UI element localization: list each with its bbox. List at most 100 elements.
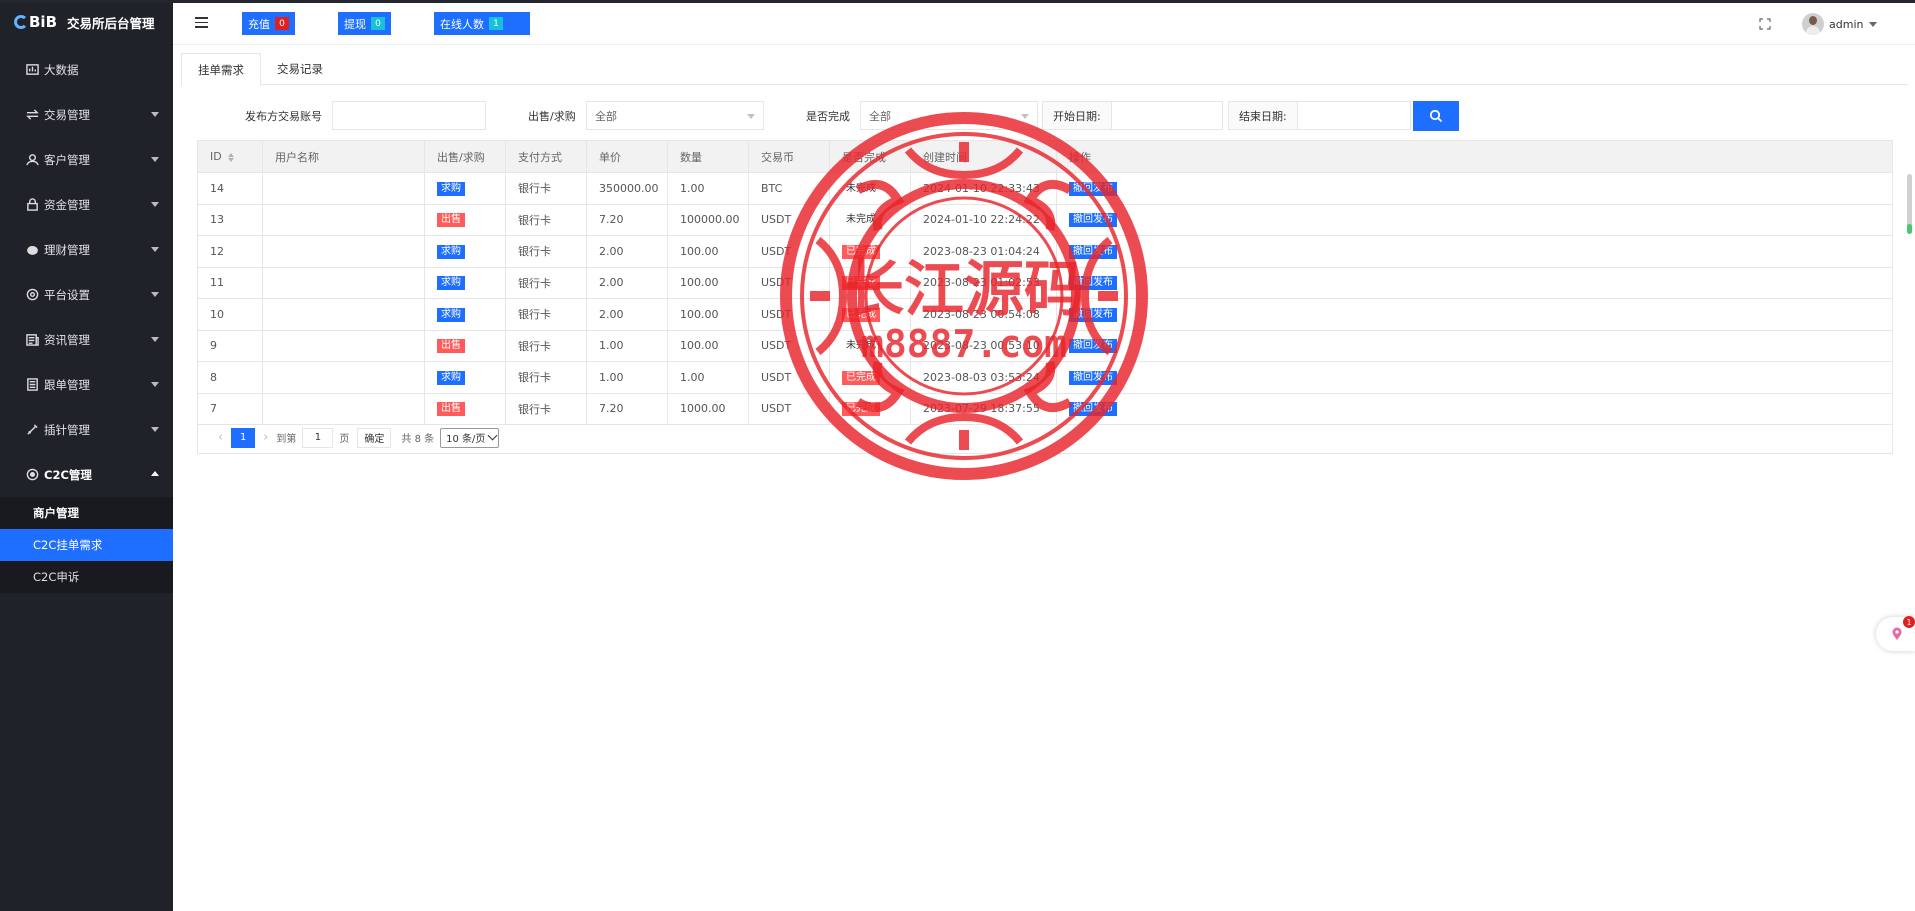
cell-id: 7 <box>197 393 263 425</box>
status-badge: 未完成 <box>842 181 880 196</box>
goto-confirm-button[interactable]: 确定 <box>357 427 392 448</box>
recharge-label: 充值 <box>248 17 270 31</box>
withdraw-publish-button[interactable]: 撤回发布 <box>1069 402 1117 417</box>
sidebar-item-finance[interactable]: 理财管理 <box>0 227 173 272</box>
cell-pay: 银行卡 <box>505 204 587 236</box>
user-menu[interactable]: admin <box>1802 13 1878 35</box>
recharge-button[interactable]: 充值 0 <box>242 12 295 35</box>
status-badge: 未完成 <box>842 213 880 228</box>
cell-action: 撤回发布 <box>1056 361 1893 394</box>
end-date-field[interactable]: 结束日期: <box>1228 101 1411 130</box>
tab-orders[interactable]: 挂单需求 <box>181 53 261 86</box>
cell-pay: 银行卡 <box>505 172 587 205</box>
sidebar-item-label: 客户管理 <box>44 152 90 167</box>
sidebar-item-needle[interactable]: 插针管理 <box>0 407 173 452</box>
cell-coin: USDT <box>748 235 830 268</box>
cell-coin: USDT <box>748 267 830 299</box>
tab-bar: 挂单需求 交易记录 <box>181 53 1908 86</box>
cell-status: 未完成 <box>829 172 911 205</box>
prev-page-icon[interactable]: ‹ <box>218 430 223 445</box>
next-page-icon[interactable]: › <box>263 430 268 445</box>
side-badge: 求购 <box>437 276 465 291</box>
done-filter-select[interactable]: 全部 <box>860 101 1038 130</box>
fullscreen-icon[interactable] <box>1759 18 1771 30</box>
scrollbar[interactable] <box>1907 174 1912 234</box>
goto-page-input[interactable]: 1 <box>302 427 334 448</box>
cell-side: 求购 <box>424 235 506 268</box>
cell-price: 7.20 <box>586 393 668 425</box>
withdraw-publish-button[interactable]: 撤回发布 <box>1069 370 1117 385</box>
cell-id: 13 <box>197 204 263 236</box>
col-price: 单价 <box>586 140 668 173</box>
sidebar-item-news[interactable]: 资讯管理 <box>0 317 173 362</box>
col-user: 用户名称 <box>262 140 425 173</box>
withdraw-publish-button[interactable]: 撤回发布 <box>1069 339 1117 354</box>
cell-qty: 100000.00 <box>667 204 749 236</box>
cell-coin: USDT <box>748 393 830 425</box>
sidebar-item-copytrade[interactable]: 跟单管理 <box>0 362 173 407</box>
sidebar-item-customers[interactable]: 客户管理 <box>0 137 173 182</box>
sidebar-subitem-merchants[interactable]: 商户管理 <box>0 497 173 529</box>
cell-user <box>262 172 425 205</box>
cell-time: 2024-01-10 22:33:43 <box>910 172 1057 205</box>
page-number-current[interactable]: 1 <box>231 427 256 448</box>
side-filter-select[interactable]: 全部 <box>586 101 764 130</box>
table-row: 12 求购 银行卡 2.00 100.00 USDT 已完成 2023-08-23 01:04… <box>197 235 1893 268</box>
sidebar-item-platform[interactable]: 平台设置 <box>0 272 173 317</box>
needle-icon <box>25 423 39 437</box>
logo[interactable]: BiB 交易所后台管理 <box>0 3 173 41</box>
withdraw-button[interactable]: 提现 0 <box>338 12 391 35</box>
sidebar-item-label: 交易管理 <box>44 107 90 122</box>
cell-qty: 100.00 <box>667 298 749 331</box>
sidebar-item-funds[interactable]: 资金管理 <box>0 182 173 227</box>
c2c-submenu: 商户管理 C2C挂单需求 C2C申诉 <box>0 497 173 593</box>
side-badge: 出售 <box>437 339 465 354</box>
tab-trade-records[interactable]: 交易记录 <box>261 53 339 85</box>
document-icon <box>25 378 39 392</box>
cell-price: 1.00 <box>586 361 668 394</box>
menu-toggle-icon[interactable] <box>195 17 208 29</box>
cell-user <box>262 204 425 236</box>
withdraw-publish-button[interactable]: 撤回发布 <box>1069 244 1117 259</box>
table-row: 11 求购 银行卡 2.00 100.00 USDT 已完成 2023-08-23 01:02… <box>197 267 1893 299</box>
withdraw-publish-button[interactable]: 撤回发布 <box>1069 307 1117 322</box>
cell-side: 出售 <box>424 330 506 362</box>
sidebar-subitem-c2c-appeal[interactable]: C2C申诉 <box>0 561 173 593</box>
cell-id: 14 <box>197 172 263 205</box>
page-size-select[interactable]: 10 条/页 <box>440 427 500 448</box>
sidebar-item-bigdata[interactable]: 大数据 <box>0 47 173 92</box>
floating-notification-widget[interactable]: 1 <box>1876 616 1915 651</box>
piggy-bank-icon <box>25 243 39 257</box>
withdraw-count-badge: 0 <box>371 17 385 30</box>
start-date-field[interactable]: 开始日期: <box>1042 101 1223 130</box>
sidebar-item-c2c[interactable]: C2C管理 <box>0 452 173 497</box>
sidebar-item-trade[interactable]: 交易管理 <box>0 92 173 137</box>
table-body: 14 求购 银行卡 350000.00 1.00 BTC 未完成 2024-01-10 22:… <box>197 172 1893 425</box>
account-filter-input[interactable] <box>332 101 486 130</box>
chevron-down-icon <box>151 292 159 297</box>
withdraw-publish-button[interactable]: 撤回发布 <box>1069 181 1117 196</box>
circle-gear-icon <box>25 468 39 482</box>
search-button[interactable] <box>1413 101 1459 131</box>
col-side: 出售/求购 <box>424 140 506 173</box>
cell-side: 出售 <box>424 204 506 236</box>
app-title: 交易所后台管理 <box>67 15 155 31</box>
withdraw-publish-button[interactable]: 撤回发布 <box>1069 276 1117 291</box>
side-badge: 出售 <box>437 402 465 417</box>
chart-icon <box>25 63 39 77</box>
online-users-button[interactable]: 在线人数 1 <box>434 12 530 35</box>
table-row: 8 求购 银行卡 1.00 1.00 USDT 已完成 2023-08-03 03:53:24… <box>197 361 1893 394</box>
sidebar-subitem-c2c-orders[interactable]: C2C挂单需求 <box>0 529 173 561</box>
online-label: 在线人数 <box>440 17 484 31</box>
withdraw-publish-button[interactable]: 撤回发布 <box>1069 213 1117 228</box>
cell-user <box>262 330 425 362</box>
col-id[interactable]: ID <box>197 140 263 173</box>
cell-side: 求购 <box>424 172 506 205</box>
cell-price: 2.00 <box>586 267 668 299</box>
table-row: 14 求购 银行卡 350000.00 1.00 BTC 未完成 2024-01-10 22:… <box>197 172 1893 205</box>
chevron-down-icon <box>747 114 755 119</box>
sort-icon[interactable] <box>227 152 234 162</box>
cell-user <box>262 235 425 268</box>
cell-coin: BTC <box>748 172 830 205</box>
cell-id: 9 <box>197 330 263 362</box>
